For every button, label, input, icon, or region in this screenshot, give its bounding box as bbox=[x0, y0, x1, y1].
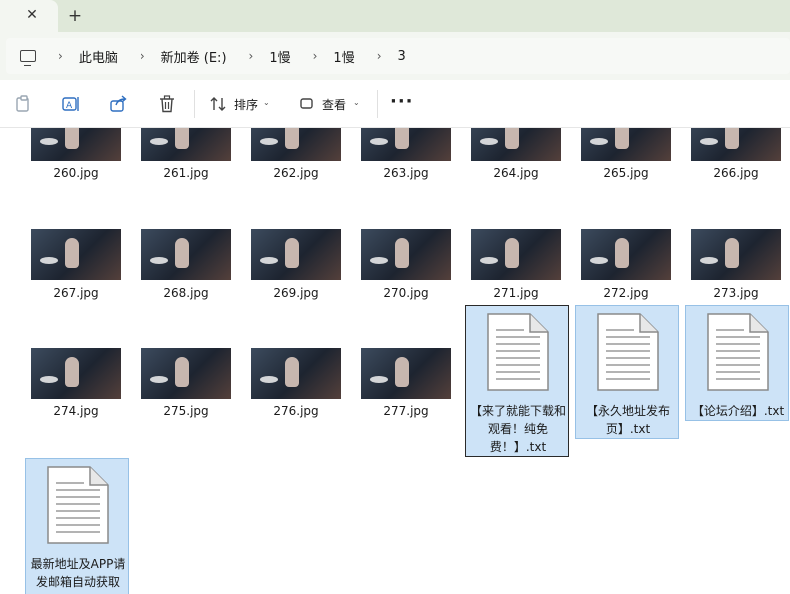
text-document-icon bbox=[47, 466, 109, 544]
breadcrumb-this-pc[interactable]: 此电脑 bbox=[79, 47, 118, 66]
text-document-icon bbox=[597, 313, 659, 391]
file-name: 270.jpg bbox=[383, 286, 429, 300]
file-item[interactable]: 262.jpg bbox=[244, 128, 348, 188]
delete-icon[interactable] bbox=[157, 94, 177, 114]
image-thumbnail bbox=[31, 229, 121, 280]
file-name: 265.jpg bbox=[603, 166, 649, 180]
file-list: 260.jpg 261.jpg 262.jpg 263.jpg 264.jpg … bbox=[0, 128, 790, 594]
file-name: 最新地址及APP请发邮箱自动获取 bbox=[30, 557, 126, 589]
file-item[interactable]: 275.jpg bbox=[134, 347, 238, 427]
image-thumbnail bbox=[361, 229, 451, 280]
rename-icon[interactable]: A bbox=[61, 94, 81, 114]
image-thumbnail bbox=[691, 128, 781, 161]
share-icon[interactable] bbox=[109, 94, 129, 114]
view-button[interactable]: 查看 bbox=[322, 96, 346, 113]
text-file-item[interactable]: 【永久地址发布页】.txt bbox=[575, 305, 679, 439]
chevron-right-icon[interactable]: › bbox=[58, 49, 63, 63]
more-options-icon[interactable]: ··· bbox=[390, 92, 414, 112]
image-thumbnail bbox=[251, 348, 341, 399]
file-name: 263.jpg bbox=[383, 166, 429, 180]
toolbar-divider bbox=[194, 90, 195, 118]
chevron-right-icon[interactable]: › bbox=[140, 49, 145, 63]
file-item[interactable]: 268.jpg bbox=[134, 228, 238, 308]
file-name: 267.jpg bbox=[53, 286, 99, 300]
image-thumbnail bbox=[141, 348, 231, 399]
image-thumbnail bbox=[251, 128, 341, 161]
file-name: 262.jpg bbox=[273, 166, 319, 180]
text-document-icon bbox=[707, 313, 769, 391]
tab-strip: ✕ + bbox=[0, 0, 790, 32]
file-item[interactable]: 264.jpg bbox=[464, 128, 568, 188]
image-thumbnail bbox=[251, 229, 341, 280]
chevron-down-icon[interactable]: ⌄ bbox=[353, 98, 360, 107]
file-name: 264.jpg bbox=[493, 166, 539, 180]
image-thumbnail bbox=[141, 128, 231, 161]
text-file-item[interactable]: 【来了就能下载和观看！纯免费！】.txt bbox=[465, 305, 569, 457]
image-thumbnail bbox=[361, 348, 451, 399]
image-thumbnail bbox=[31, 348, 121, 399]
file-item[interactable]: 272.jpg bbox=[574, 228, 678, 308]
image-thumbnail bbox=[691, 229, 781, 280]
file-name: 【来了就能下载和观看！纯免费！】.txt bbox=[470, 404, 567, 454]
file-name: 277.jpg bbox=[383, 404, 429, 418]
chevron-right-icon[interactable]: › bbox=[313, 49, 318, 63]
chevron-right-icon[interactable]: › bbox=[249, 49, 254, 63]
computer-icon[interactable] bbox=[20, 50, 36, 66]
file-name: 268.jpg bbox=[163, 286, 209, 300]
file-item[interactable]: 261.jpg bbox=[134, 128, 238, 188]
breadcrumb-folder-2[interactable]: 1慢 bbox=[333, 47, 354, 66]
sort-icon[interactable] bbox=[208, 94, 228, 114]
file-item[interactable]: 276.jpg bbox=[244, 347, 348, 427]
command-bar: A 排序 ⌄ 查看 ⌄ ··· bbox=[0, 80, 790, 128]
file-name: 272.jpg bbox=[603, 286, 649, 300]
breadcrumb-folder-3[interactable]: 3 bbox=[398, 49, 406, 64]
breadcrumb-folder-1[interactable]: 1慢 bbox=[269, 47, 290, 66]
breadcrumb-drive-e[interactable]: 新加卷 (E:) bbox=[161, 47, 227, 66]
image-thumbnail bbox=[361, 128, 451, 161]
text-file-item[interactable]: 【论坛介绍】.txt bbox=[685, 305, 789, 421]
new-tab-icon[interactable]: + bbox=[64, 5, 86, 27]
file-name: 274.jpg bbox=[53, 404, 99, 418]
file-name: 273.jpg bbox=[713, 286, 759, 300]
file-name: 261.jpg bbox=[163, 166, 209, 180]
file-item[interactable]: 274.jpg bbox=[24, 347, 128, 427]
file-item[interactable]: 271.jpg bbox=[464, 228, 568, 308]
text-file-item[interactable]: 最新地址及APP请发邮箱自动获取 bbox=[25, 458, 129, 594]
file-item[interactable]: 266.jpg bbox=[684, 128, 788, 188]
file-item[interactable]: 273.jpg bbox=[684, 228, 788, 308]
file-item[interactable]: 270.jpg bbox=[354, 228, 458, 308]
file-item[interactable]: 277.jpg bbox=[354, 347, 458, 427]
file-name: 260.jpg bbox=[53, 166, 99, 180]
image-thumbnail bbox=[581, 229, 671, 280]
image-thumbnail bbox=[471, 229, 561, 280]
file-name: 276.jpg bbox=[273, 404, 319, 418]
tab-active[interactable]: ✕ bbox=[0, 0, 58, 32]
text-document-icon bbox=[487, 313, 549, 391]
image-thumbnail bbox=[141, 229, 231, 280]
copy-icon[interactable] bbox=[14, 94, 34, 114]
sort-button[interactable]: 排序 bbox=[234, 96, 258, 113]
file-name: 【论坛介绍】.txt bbox=[691, 404, 785, 418]
svg-text:A: A bbox=[66, 101, 73, 111]
toolbar-divider bbox=[377, 90, 378, 118]
view-icon[interactable] bbox=[297, 94, 317, 114]
image-thumbnail bbox=[471, 128, 561, 161]
address-bar-area: › 此电脑 › 新加卷 (E:) › 1慢 › 1慢 › 3 bbox=[0, 32, 790, 80]
file-name: 266.jpg bbox=[713, 166, 759, 180]
file-name: 275.jpg bbox=[163, 404, 209, 418]
file-item[interactable]: 265.jpg bbox=[574, 128, 678, 188]
image-thumbnail bbox=[31, 128, 121, 161]
file-item[interactable]: 263.jpg bbox=[354, 128, 458, 188]
file-item[interactable]: 260.jpg bbox=[24, 128, 128, 188]
image-thumbnail bbox=[581, 128, 671, 161]
file-name: 271.jpg bbox=[493, 286, 539, 300]
file-item[interactable]: 269.jpg bbox=[244, 228, 348, 308]
file-item[interactable]: 267.jpg bbox=[24, 228, 128, 308]
close-tab-icon[interactable]: ✕ bbox=[22, 5, 42, 25]
breadcrumb[interactable]: › 此电脑 › 新加卷 (E:) › 1慢 › 1慢 › 3 bbox=[6, 38, 790, 74]
file-name: 269.jpg bbox=[273, 286, 319, 300]
chevron-right-icon[interactable]: › bbox=[377, 49, 382, 63]
file-name: 【永久地址发布页】.txt bbox=[585, 404, 670, 436]
chevron-down-icon[interactable]: ⌄ bbox=[263, 98, 270, 107]
